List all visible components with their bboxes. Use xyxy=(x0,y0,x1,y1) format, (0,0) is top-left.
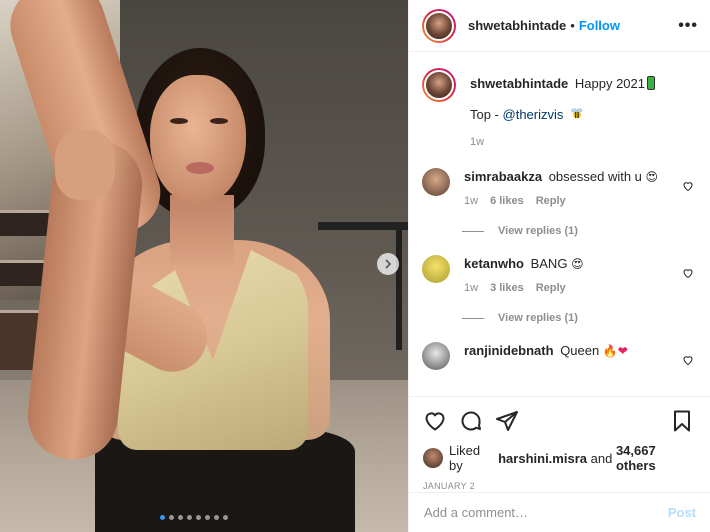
post-modal: shwetabhintade • Follow ••• shwetabhinta… xyxy=(0,0,710,532)
comment-item: simrabaakza obsessed with u 😍 1w 6 likes… xyxy=(422,168,694,207)
caption-line2-text: Top - xyxy=(470,107,503,122)
comment-text: Queen xyxy=(560,343,600,358)
comment-likes[interactable]: 6 likes xyxy=(490,195,524,207)
caption-avatar[interactable] xyxy=(422,68,456,102)
carousel-indicator xyxy=(160,515,228,520)
carousel-dot xyxy=(196,515,201,520)
comment-text: BANG xyxy=(530,256,568,271)
separator-dot: • xyxy=(570,18,575,33)
post-sidebar: shwetabhintade • Follow ••• shwetabhinta… xyxy=(408,0,710,532)
likes-count-link[interactable]: 34,667 others xyxy=(616,443,694,473)
comment-username[interactable]: ketanwho xyxy=(464,256,524,271)
carousel-dot xyxy=(178,515,183,520)
carousel-dot xyxy=(160,515,165,520)
liker-username[interactable]: harshini.misra xyxy=(498,451,587,466)
caption-username[interactable]: shwetabhintade xyxy=(470,76,568,91)
carousel-dot xyxy=(187,515,192,520)
battery-emoji-icon xyxy=(647,76,655,90)
save-bookmark-icon[interactable] xyxy=(670,409,694,433)
comment-avatar[interactable] xyxy=(422,255,450,283)
liker-avatar[interactable] xyxy=(423,448,443,468)
comment-item: ranjinidebnath Queen 🔥❤ xyxy=(422,342,694,370)
like-heart-icon[interactable] xyxy=(423,409,447,433)
view-replies-button[interactable]: View replies (1) xyxy=(462,312,694,324)
add-comment-bar: Post xyxy=(409,492,710,532)
caption-time[interactable]: 1w xyxy=(470,136,484,148)
author-avatar[interactable] xyxy=(422,8,456,43)
comment-time[interactable]: 1w xyxy=(464,282,478,294)
like-comment-heart-icon[interactable] xyxy=(682,180,694,192)
likes-summary: Liked by harshini.misra and 34,667 other… xyxy=(423,443,694,473)
carousel-next-button[interactable] xyxy=(377,253,399,275)
fire-heart-emoji-icon: 🔥❤ xyxy=(602,344,628,358)
comment-avatar[interactable] xyxy=(422,168,450,196)
carousel-dot xyxy=(214,515,219,520)
comment-username[interactable]: simrabaakza xyxy=(464,169,542,184)
comment-time[interactable]: 1w xyxy=(464,195,478,207)
comment-item: ketanwho BANG 😍 1w 3 likes Reply xyxy=(422,255,694,294)
comment-likes[interactable]: 3 likes xyxy=(490,282,524,294)
comment-text: obsessed with u xyxy=(548,169,642,184)
carousel-dot xyxy=(169,515,174,520)
heart-eyes-emoji-icon: 😍 xyxy=(645,170,659,184)
carousel-dot xyxy=(223,515,228,520)
author-username[interactable]: shwetabhintade xyxy=(468,18,566,33)
share-paper-plane-icon[interactable] xyxy=(495,409,519,433)
comment-username[interactable]: ranjinidebnath xyxy=(464,343,554,358)
comment-input[interactable] xyxy=(424,505,668,520)
post-date[interactable]: JANUARY 2 xyxy=(423,481,694,491)
carousel-dot xyxy=(205,515,210,520)
caption-mention-link[interactable]: @therizvis xyxy=(503,107,564,122)
reply-button[interactable]: Reply xyxy=(536,282,566,294)
caption-text: Happy 2021 xyxy=(574,76,645,91)
post-comment-button[interactable]: Post xyxy=(668,505,696,520)
post-actions: Liked by harshini.misra and 34,667 other… xyxy=(409,396,710,532)
follow-button[interactable]: Follow xyxy=(579,18,620,33)
like-comment-heart-icon[interactable] xyxy=(682,267,694,279)
comment-bubble-icon[interactable] xyxy=(459,409,483,433)
view-replies-button[interactable]: View replies (1) xyxy=(462,225,694,237)
more-options-icon[interactable]: ••• xyxy=(678,17,698,35)
post-photo[interactable] xyxy=(0,0,408,532)
reply-button[interactable]: Reply xyxy=(536,195,566,207)
chevron-right-icon xyxy=(385,259,392,269)
heart-eyes-emoji-icon: 😍 xyxy=(571,257,584,271)
bee-emoji-icon xyxy=(571,108,583,119)
post-header: shwetabhintade • Follow ••• xyxy=(409,0,710,52)
like-comment-heart-icon[interactable] xyxy=(682,354,694,366)
comments-list[interactable]: shwetabhintade Happy 2021 Top - @therizv… xyxy=(409,52,710,396)
photo-subject xyxy=(150,75,246,205)
caption: shwetabhintade Happy 2021 Top - @therizv… xyxy=(422,68,694,148)
comment-avatar[interactable] xyxy=(422,342,450,370)
